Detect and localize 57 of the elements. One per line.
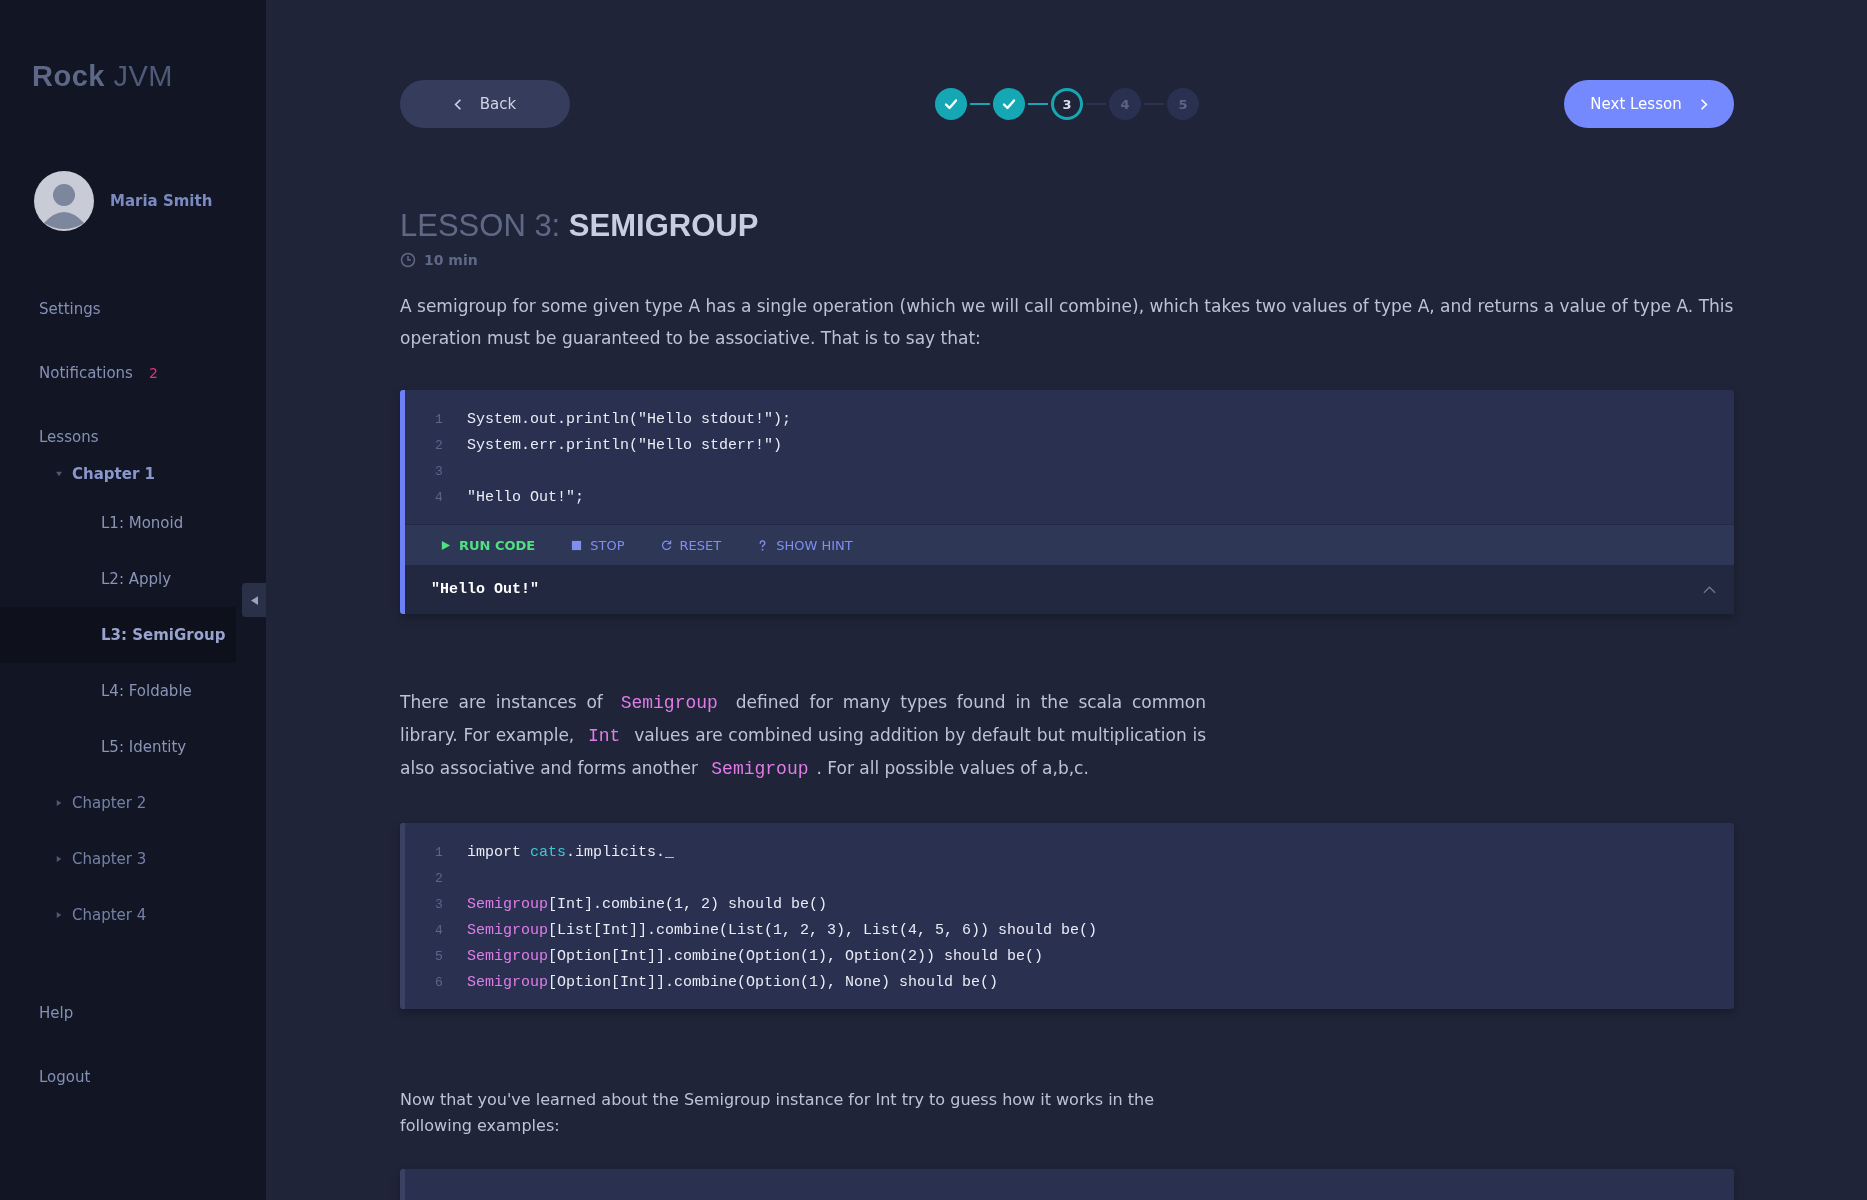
lesson-item[interactable]: L4: Foldable [0, 663, 236, 719]
collapse-sidebar-button[interactable] [242, 583, 266, 617]
check-icon [943, 96, 959, 112]
lesson-item[interactable]: L1: Monoid [0, 495, 236, 551]
paragraph: Now that you've learned about the Semigroup instance for Int try to guess how it works in the following examples: [400, 1089, 1156, 1137]
toolbar-button[interactable]: RUN CODE [430, 537, 546, 553]
code-line: import cats.implicits._ [467, 843, 675, 861]
stop-icon [571, 539, 583, 551]
nav-item[interactable]: Notifications [39, 364, 133, 382]
next-lesson-button[interactable]: Next Lesson [1564, 80, 1734, 128]
toolbar-button[interactable]: RESET [650, 537, 732, 553]
toolbar-button[interactable]: STOP [561, 537, 635, 553]
chevron-left-icon [453, 97, 462, 111]
user-name[interactable]: Maria Smith [110, 192, 213, 210]
duration-text: 10 min [424, 252, 478, 268]
chapter-item[interactable]: Chapter 2 [72, 794, 147, 812]
triangle-icon[interactable] [56, 856, 62, 862]
code-line: Semigroup[Int].combine(1, 2) should be() [467, 895, 828, 913]
lesson-item[interactable]: L2: Apply [0, 551, 236, 607]
lesson-item[interactable]: L3: SemiGroup [0, 607, 236, 663]
nav-item[interactable]: Logout [39, 1068, 91, 1086]
play-icon [440, 539, 451, 551]
chevron-right-icon [1699, 97, 1708, 111]
chapter-item[interactable]: Chapter 1 [72, 465, 155, 483]
progress-step[interactable]: 3 [1051, 88, 1083, 120]
progress-step[interactable] [993, 88, 1025, 120]
code-output: "Hello Out!" [431, 581, 540, 598]
clock-icon [400, 252, 416, 268]
triangle-icon[interactable] [56, 471, 62, 477]
code-editor[interactable] [400, 823, 1734, 1009]
notification-count: 2 [148, 365, 158, 381]
reset-icon [660, 539, 672, 551]
nav-item[interactable]: Settings [39, 300, 101, 318]
code-line: "Hello Out!"; [467, 488, 585, 506]
code-line: Semigroup[List[Int]].combine(List(1, 2, 3), List(4, 5, 6)) should be() [467, 921, 1098, 939]
nav-item[interactable]: Help [39, 1004, 74, 1022]
check-icon [1001, 96, 1017, 112]
toolbar-button[interactable]: SHOW HINT [747, 537, 863, 553]
triangle-icon[interactable] [56, 912, 62, 918]
chapter-item[interactable]: Chapter 3 [72, 850, 147, 868]
nav-item[interactable]: Lessons [39, 428, 99, 446]
code-line: Semigroup[Option[Int]].combine(Option(1), Option(2)) should be() [467, 947, 1044, 965]
lesson-item[interactable]: L5: Identity [0, 719, 236, 775]
paragraph: There are instances of Semigroup defined for many types found in the scala common library. For example, Int values are combined using addition by default but multiplication is also associative and forms another Semigroup . For all possible values of a,b,c. [400, 691, 1206, 781]
paragraph: A semigroup for some given type A has a single operation (which we will call combine), which takes two values of type A, and returns a value of type A. This operation must be guaranteed to be associative. That is to say that: [400, 295, 1734, 350]
left-triangle-icon [250, 595, 258, 605]
chapter-item[interactable]: Chapter 4 [72, 906, 147, 924]
code-line: Semigroup[Option[Int]].combine(Option(1), None) should be() [467, 973, 999, 991]
avatar-icon [34, 171, 94, 231]
progress-step[interactable] [935, 88, 967, 120]
code-line: System.err.println("Hello stderr!") [467, 436, 783, 454]
chevron-up-icon[interactable] [1703, 585, 1716, 594]
triangle-icon[interactable] [56, 800, 62, 806]
lesson-title: LESSON 3: SEMIGROUP [400, 208, 760, 244]
brand-logo: Rock JVM [31, 60, 174, 93]
code-line: System.out.println("Hello stdout!"); [467, 410, 792, 428]
back-button[interactable]: Back [400, 80, 570, 128]
